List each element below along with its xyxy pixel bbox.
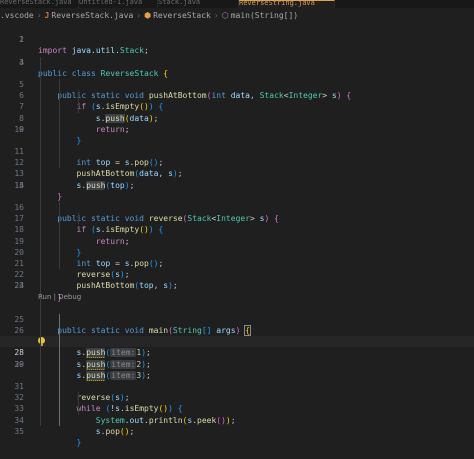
code-line: 24 <box>0 280 474 292</box>
breadcrumb-class[interactable]: ReverseStack <box>153 8 211 23</box>
code-line: 7 s.push(data); <box>0 90 474 123</box>
breadcrumb-folder[interactable]: .vscode <box>0 8 34 23</box>
code-line: 18 return; <box>0 213 474 246</box>
code-line: 10 <box>0 123 474 135</box>
tab-4[interactable]: ReverseString.java <box>239 0 335 8</box>
code-line: 23 } <box>0 269 474 302</box>
code-line: 6 if (s.isEmpty()) { <box>0 78 474 111</box>
breadcrumb: .vscode › J ReverseStack.java › ⬢ ReverseStack… <box>0 8 474 23</box>
code-line: 19 } <box>0 224 474 257</box>
line-number: 35 <box>14 426 24 436</box>
code-line: 16 public static void reverse(Stack<Inte… <box>0 190 474 223</box>
line-number: 2 <box>19 35 24 45</box>
code-line: 1 import java.util.Stack; <box>0 23 474 55</box>
code-line: 21 reverse(s); <box>0 246 474 279</box>
code-line: 34 s.pop(); <box>0 403 474 436</box>
breadcrumb-file[interactable]: ReverseStack.java <box>51 8 133 23</box>
code-line: 14 } <box>0 168 474 201</box>
chevron-right-icon: › <box>36 11 42 20</box>
token: pop <box>105 426 120 436</box>
line-number: 10 <box>14 124 24 134</box>
tab-2[interactable]: Untitled-1.java <box>79 0 158 8</box>
code-line: 25 public static void main(String[] args… <box>0 302 474 337</box>
token: s <box>95 426 101 436</box>
code-line: 27 s.push(item:1); <box>0 325 474 359</box>
code-line: 32 while (!s.isEmpty()) { <box>0 381 474 413</box>
line-number: 4 <box>19 57 24 67</box>
line-number: 24 <box>14 281 24 291</box>
code-line-current: 28 s.push(item:2); <box>0 336 474 370</box>
code-line: 12 pushAtBottom(data, s); <box>0 146 474 178</box>
method-icon: ⬡ <box>221 11 229 20</box>
code-line: 22 pushAtBottom(top, s); <box>0 257 474 290</box>
tab-3[interactable]: Stack.java <box>158 0 239 8</box>
code-line: 13 s.push(top); <box>0 157 474 190</box>
class-icon: ⬢ <box>144 11 152 20</box>
chevron-right-icon: › <box>136 11 142 20</box>
code-line: 26 Stack s = new Stack(); <box>0 313 474 348</box>
code-line: 4 <box>0 56 474 68</box>
code-line: 9 } <box>0 112 474 145</box>
breadcrumb-method[interactable]: main(String[]) <box>231 8 298 23</box>
code-line: 2 <box>0 34 474 45</box>
code-line: 5 public static void pushAtBottom(int da… <box>0 67 474 100</box>
code-line: 30 <box>0 358 474 370</box>
code-line: 17 if (s.isEmpty()) { <box>0 202 474 234</box>
code-line: 29 s.push(item:3); <box>0 347 474 381</box>
code-line: 35 } <box>0 414 474 447</box>
code-editor[interactable]: 1 import java.util.Stack; 2 3 public cla… <box>0 23 474 447</box>
codelens: Run | Debug <box>0 291 474 303</box>
code-line: 33 System.out.println(s.peek()); <box>0 392 474 425</box>
chevron-right-icon: › <box>213 11 219 20</box>
code-line: 8 return; <box>0 101 474 134</box>
code-line: 15 <box>0 179 474 191</box>
code-line: 20 int top = s.pop(); <box>0 235 474 268</box>
code-line: 3 public class ReverseStack { <box>0 45 474 78</box>
java-file-icon: J <box>44 11 50 20</box>
line-number: 30 <box>14 359 24 369</box>
code-line: 11 int top = s.pop(); <box>0 134 474 167</box>
editor-tabs: ReverseStack.java Untitled-1.java Stack.… <box>0 0 474 8</box>
run-debug-codelens[interactable]: Run | Debug <box>38 293 81 301</box>
code-line: 31 reverse(s); <box>0 369 474 402</box>
line-number: 15 <box>14 180 24 190</box>
tab-1[interactable]: ReverseStack.java <box>0 0 79 8</box>
